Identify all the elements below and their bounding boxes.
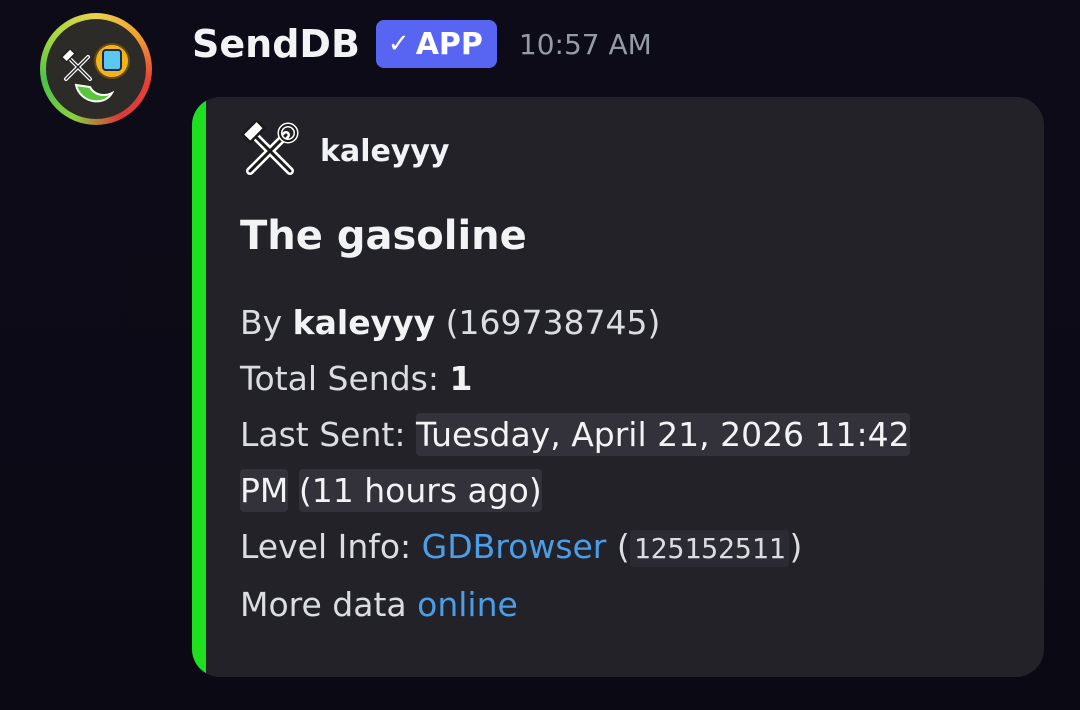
online-link[interactable]: online bbox=[417, 585, 518, 624]
embed-description: By kaleyyy (169738745) Total Sends: 1 La… bbox=[240, 295, 1000, 633]
by-label: By bbox=[240, 303, 283, 342]
level-info-line: Level Info: GDBrowser (125152511) bbox=[240, 527, 803, 567]
embed-title: The gasoline bbox=[240, 213, 527, 259]
more-data-label: More data bbox=[240, 585, 407, 624]
gdbrowser-link[interactable]: GDBrowser bbox=[422, 527, 607, 566]
app-badge-label: APP bbox=[415, 26, 483, 62]
avatar[interactable] bbox=[40, 13, 152, 125]
checkmark-icon: ✓ bbox=[387, 29, 410, 59]
app-badge: ✓ APP bbox=[375, 20, 497, 68]
author-username[interactable]: SendDB bbox=[192, 22, 360, 66]
last-sent-relative[interactable]: (11 hours ago) bbox=[298, 469, 542, 512]
last-sent-timestamp[interactable]: Tuesday, April 21, 2026 11:42 bbox=[415, 413, 910, 456]
last-sent-line-2: PM (11 hours ago) bbox=[240, 463, 1000, 519]
total-sends-line: Total Sends: 1 bbox=[240, 351, 1000, 407]
leaf-icon bbox=[74, 83, 114, 103]
last-sent-line: Last Sent: Tuesday, April 21, 2026 11:42 bbox=[240, 407, 1000, 463]
total-sends-label: Total Sends: bbox=[240, 359, 439, 398]
creator-id: (169738745) bbox=[445, 303, 661, 342]
last-sent-label: Last Sent: bbox=[240, 415, 406, 454]
coin-icon bbox=[94, 43, 130, 79]
creator-name: kaleyyy bbox=[292, 303, 436, 342]
more-data-line: More data online bbox=[240, 577, 1000, 633]
message-timestamp[interactable]: 10:57 AM bbox=[519, 28, 652, 61]
hammer-wrench-icon bbox=[240, 121, 299, 175]
embed-author-name: kaleyyy bbox=[320, 133, 450, 169]
total-sends-value: 1 bbox=[449, 359, 473, 398]
chat-message: SendDB ✓ APP 10:57 AM kaleyyy The gasoli… bbox=[0, 0, 1080, 710]
message-header: SendDB ✓ APP 10:57 AM bbox=[192, 14, 652, 74]
level-id: 125152511 bbox=[629, 530, 790, 567]
level-info-label: Level Info: bbox=[240, 527, 412, 566]
embed-accent-bar bbox=[192, 97, 206, 677]
avatar-image bbox=[46, 19, 146, 119]
creator-line: By kaleyyy (169738745) bbox=[240, 295, 1000, 351]
embed-author: kaleyyy bbox=[240, 121, 450, 181]
embed-card: kaleyyy The gasoline By kaleyyy (1697387… bbox=[192, 97, 1044, 677]
last-sent-timestamp-ampm[interactable]: PM bbox=[240, 469, 289, 512]
